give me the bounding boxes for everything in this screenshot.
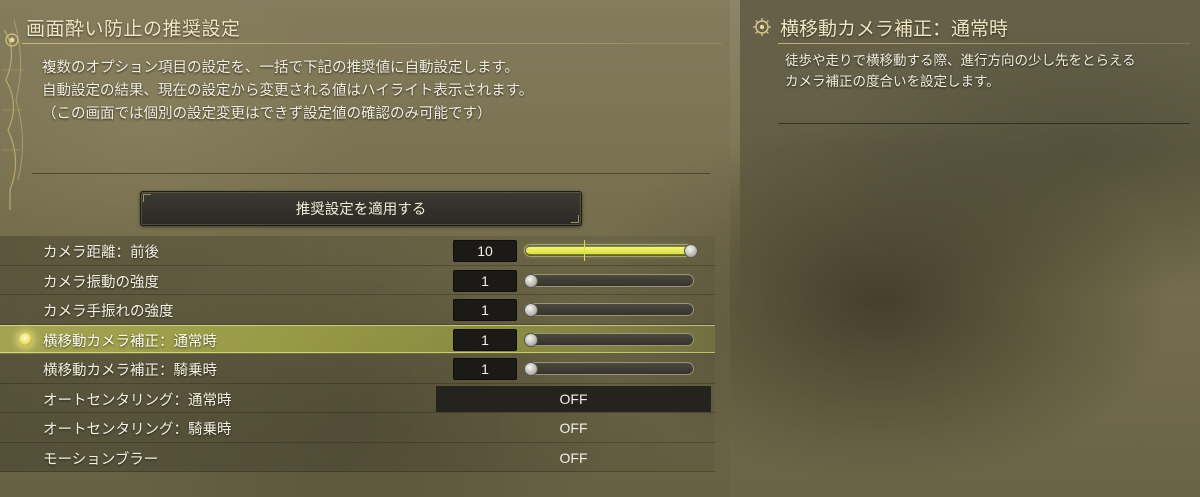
help-description-line: 徒歩や走りで横移動する際、進行方向の少し先をとらえる [785, 53, 1136, 69]
description-line: （この画面では個別の設定変更はできず設定値の確認のみ可能です） [42, 106, 492, 122]
slider-knob[interactable] [524, 332, 538, 347]
slider-knob[interactable] [524, 273, 538, 288]
slider-fill [526, 247, 691, 254]
setting-value: 1 [453, 269, 517, 292]
toggle-value[interactable]: OFF [436, 415, 711, 441]
page-description: 複数のオプション項目の設定を、一括で下記の推奨値に自動設定します。 自動設定の結… [42, 57, 692, 126]
help-title-divider [778, 43, 1190, 44]
setting-row-lateral-camera-riding[interactable]: 横移動カメラ補正：騎乗時 1 [0, 354, 715, 384]
title-divider [22, 43, 722, 44]
ornate-emblem-icon [2, 19, 24, 210]
setting-label: オートセンタリング：通常時 [43, 392, 232, 409]
corner-ornament-icon [571, 215, 579, 223]
setting-value: 1 [453, 299, 517, 321]
page-title: 画面酔い防止の推奨設定 [26, 18, 241, 40]
help-description: 徒歩や走りで横移動する際、進行方向の少し先をとらえる カメラ補正の度合いを設定し… [785, 51, 1185, 93]
slider-track[interactable] [524, 332, 694, 347]
setting-value: 10 [453, 240, 517, 262]
setting-value: 1 [453, 328, 517, 351]
setting-row-camera-distance[interactable]: カメラ距離：前後 10 [0, 236, 715, 266]
slider-track[interactable] [524, 273, 694, 288]
slider-default-mark [584, 240, 585, 261]
help-divider [778, 123, 1190, 124]
setting-value: 1 [453, 358, 517, 380]
gear-sun-icon [753, 18, 771, 36]
apply-button-label: 推奨設定を適用する [295, 202, 427, 218]
setting-row-auto-centering-riding[interactable]: オートセンタリング：騎乗時 OFF [0, 413, 715, 443]
setting-label: 横移動カメラ補正：通常時 [43, 333, 217, 350]
section-divider [32, 173, 710, 174]
help-description-line: カメラ補正の度合いを設定します。 [785, 74, 1000, 90]
slider-track[interactable] [524, 303, 694, 317]
description-line: 複数のオプション項目の設定を、一括で下記の推奨値に自動設定します。 [42, 60, 520, 76]
description-line: 自動設定の結果、現在の設定から変更される値はハイライト表示されます。 [42, 83, 534, 99]
setting-row-lateral-camera-normal[interactable]: 横移動カメラ補正：通常時 1 [0, 324, 715, 354]
setting-row-motion-blur[interactable]: モーションブラー OFF [0, 442, 715, 472]
setting-row-camera-handshake[interactable]: カメラ手振れの強度 1 [0, 295, 715, 325]
apply-recommended-button[interactable]: 推奨設定を適用する [140, 191, 582, 226]
slider-knob[interactable] [524, 362, 538, 376]
toggle-value[interactable]: OFF [436, 445, 711, 471]
settings-list: カメラ距離：前後 10 カメラ振動の強度 1 カメラ手振れの強度 1 横移動カメ… [0, 236, 715, 472]
selection-dot-icon [19, 332, 32, 346]
setting-row-camera-shake[interactable]: カメラ振動の強度 1 [0, 265, 715, 295]
slider-track[interactable] [524, 362, 694, 376]
help-title: 横移動カメラ補正：通常時 [780, 18, 1009, 40]
setting-label: オートセンタリング：騎乗時 [43, 422, 232, 438]
slider-knob[interactable] [684, 244, 698, 258]
setting-label: モーションブラー [43, 451, 159, 468]
toggle-value[interactable]: OFF [436, 385, 711, 412]
setting-label: 横移動カメラ補正：騎乗時 [43, 363, 217, 379]
slider-track[interactable] [524, 240, 698, 261]
slider-knob[interactable] [524, 303, 538, 317]
setting-label: カメラ手振れの強度 [43, 304, 174, 320]
setting-label: カメラ距離：前後 [43, 245, 159, 261]
setting-label: カメラ振動の強度 [43, 274, 159, 291]
setting-row-auto-centering-normal[interactable]: オートセンタリング：通常時 OFF [0, 383, 715, 413]
corner-ornament-icon [143, 194, 151, 202]
